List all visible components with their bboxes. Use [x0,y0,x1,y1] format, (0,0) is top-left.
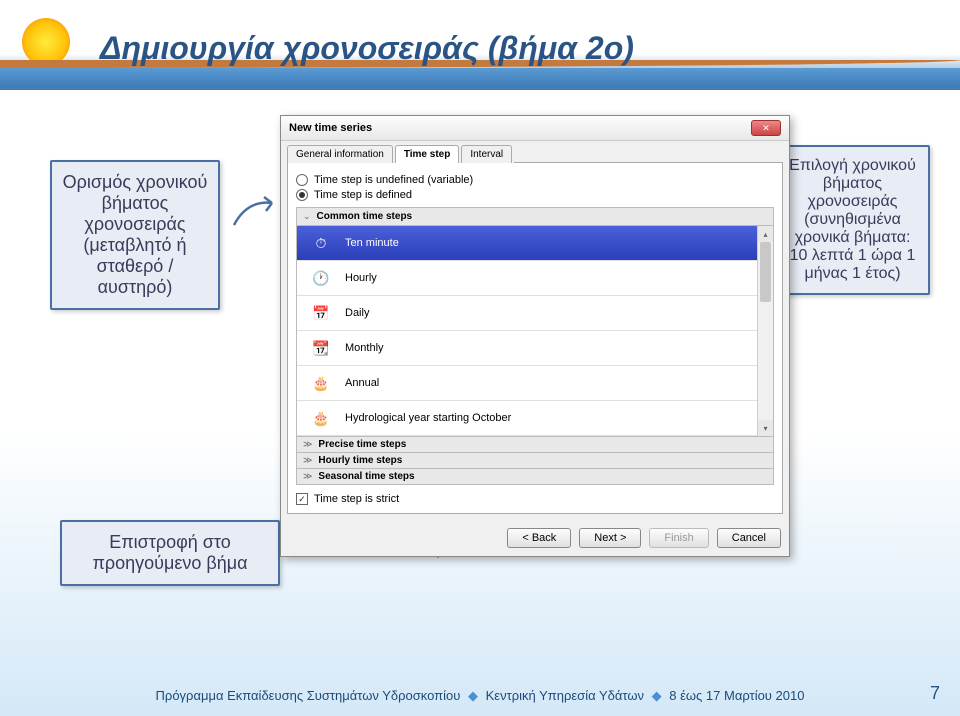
scrollbar-vertical[interactable]: ▴ ▾ [757,226,773,436]
footer: Πρόγραμμα Εκπαίδευσης Συστημάτων Υδροσκο… [0,688,960,704]
tab-spacer [514,145,783,163]
list-item-label: Monthly [345,342,384,354]
list-item-monthly[interactable]: 📆 Monthly [297,331,773,366]
clock-icon: 🕐 [307,267,335,289]
section-common-header[interactable]: ⌄ Common time steps [296,207,774,226]
content-area: Ορισμός χρονικού βήματος χρονοσειράς (με… [0,100,960,676]
next-button[interactable]: Next > [579,528,641,548]
list-item-label: Hourly [345,272,377,284]
list-item-hydro-year[interactable]: 🎂 Hydrological year starting October [297,401,773,436]
list-item-label: Annual [345,377,379,389]
time-step-list: ⏱ Ten minute 🕐 Hourly 📅 Daily 📆 Monthly … [296,226,774,437]
list-item-ten-minute[interactable]: ⏱ Ten minute [297,226,773,261]
footer-program: Πρόγραμμα Εκπαίδευσης Συστημάτων Υδροσκο… [156,688,461,703]
cake-icon: 🎂 [307,407,335,429]
dialog-titlebar[interactable]: New time series ✕ [281,116,789,141]
footer-date: 8 έως 17 Μαρτίου 2010 [669,688,804,703]
close-button[interactable]: ✕ [751,120,781,136]
tab-general[interactable]: General information [287,145,393,163]
list-item-label: Hydrological year starting October [345,412,511,424]
diamond-icon: ◆ [652,688,662,703]
slide-header: Δημιουργία χρονοσειράς (βήμα 2ο) [0,0,960,90]
section-common-label: Common time steps [317,211,413,222]
page-title: Δημιουργία χρονοσειράς (βήμα 2ο) [100,30,634,67]
section-hourly-steps-label: Hourly time steps [318,455,402,466]
radio-defined-label: Time step is defined [314,189,412,201]
calendar-month-icon: 📆 [307,337,335,359]
radio-defined[interactable] [296,189,308,201]
clock-icon: ⏱ [307,232,335,254]
list-item-annual[interactable]: 🎂 Annual [297,366,773,401]
cake-icon: 🎂 [307,372,335,394]
dialog-buttons: < Back Next > Finish Cancel [281,520,789,556]
section-hourly-steps[interactable]: ≫ Hourly time steps [296,453,774,469]
sun-icon [22,18,70,66]
section-precise-label: Precise time steps [318,439,406,450]
tab-timestep[interactable]: Time step [395,145,460,163]
strict-checkbox[interactable]: ✓ [296,493,308,505]
strict-label: Time step is strict [314,493,399,505]
back-button[interactable]: < Back [507,528,571,548]
scroll-thumb[interactable] [760,242,771,302]
diamond-icon: ◆ [468,688,478,703]
arrow-right-icon [232,195,282,235]
dialog-body: Time step is undefined (variable) Time s… [287,163,783,514]
page-number: 7 [930,683,940,704]
list-item-daily[interactable]: 📅 Daily [297,296,773,331]
close-icon: ✕ [762,123,770,134]
footer-org: Κεντρική Υπηρεσία Υδάτων [486,688,644,703]
chevron-down-icon: ⌄ [303,211,311,222]
radio-undefined[interactable] [296,174,308,186]
list-item-hourly[interactable]: 🕐 Hourly [297,261,773,296]
cancel-button[interactable]: Cancel [717,528,781,548]
radio-undefined-label: Time step is undefined (variable) [314,174,473,186]
radio-undefined-row[interactable]: Time step is undefined (variable) [296,174,774,186]
finish-button[interactable]: Finish [649,528,708,548]
scroll-down-button[interactable]: ▾ [758,420,773,436]
tabs: General information Time step Interval [281,141,789,163]
strict-row[interactable]: ✓ Time step is strict [296,493,774,505]
chevron-right-icon: ≫ [303,455,312,466]
radio-defined-row[interactable]: Time step is defined [296,189,774,201]
callout-left: Ορισμός χρονικού βήματος χρονοσειράς (με… [50,160,220,310]
chevron-right-icon: ≫ [303,439,312,450]
section-seasonal-label: Seasonal time steps [318,471,414,482]
tab-interval[interactable]: Interval [461,145,512,163]
section-precise[interactable]: ≫ Precise time steps [296,437,774,453]
list-item-label: Daily [345,307,369,319]
dialog-title: New time series [289,122,372,134]
section-seasonal[interactable]: ≫ Seasonal time steps [296,469,774,485]
wave-decoration-blue [0,68,960,88]
list-item-label: Ten minute [345,237,399,249]
chevron-right-icon: ≫ [303,471,312,482]
callout-bottom: Επιστροφή στο προηγούμενο βήμα [60,520,280,586]
scroll-up-button[interactable]: ▴ [758,226,773,242]
callout-right: Επιλογή χρονικού βήματος χρονοσειράς (συ… [775,145,930,295]
dialog-window: New time series ✕ General information Ti… [280,115,790,557]
calendar-day-icon: 📅 [307,302,335,324]
